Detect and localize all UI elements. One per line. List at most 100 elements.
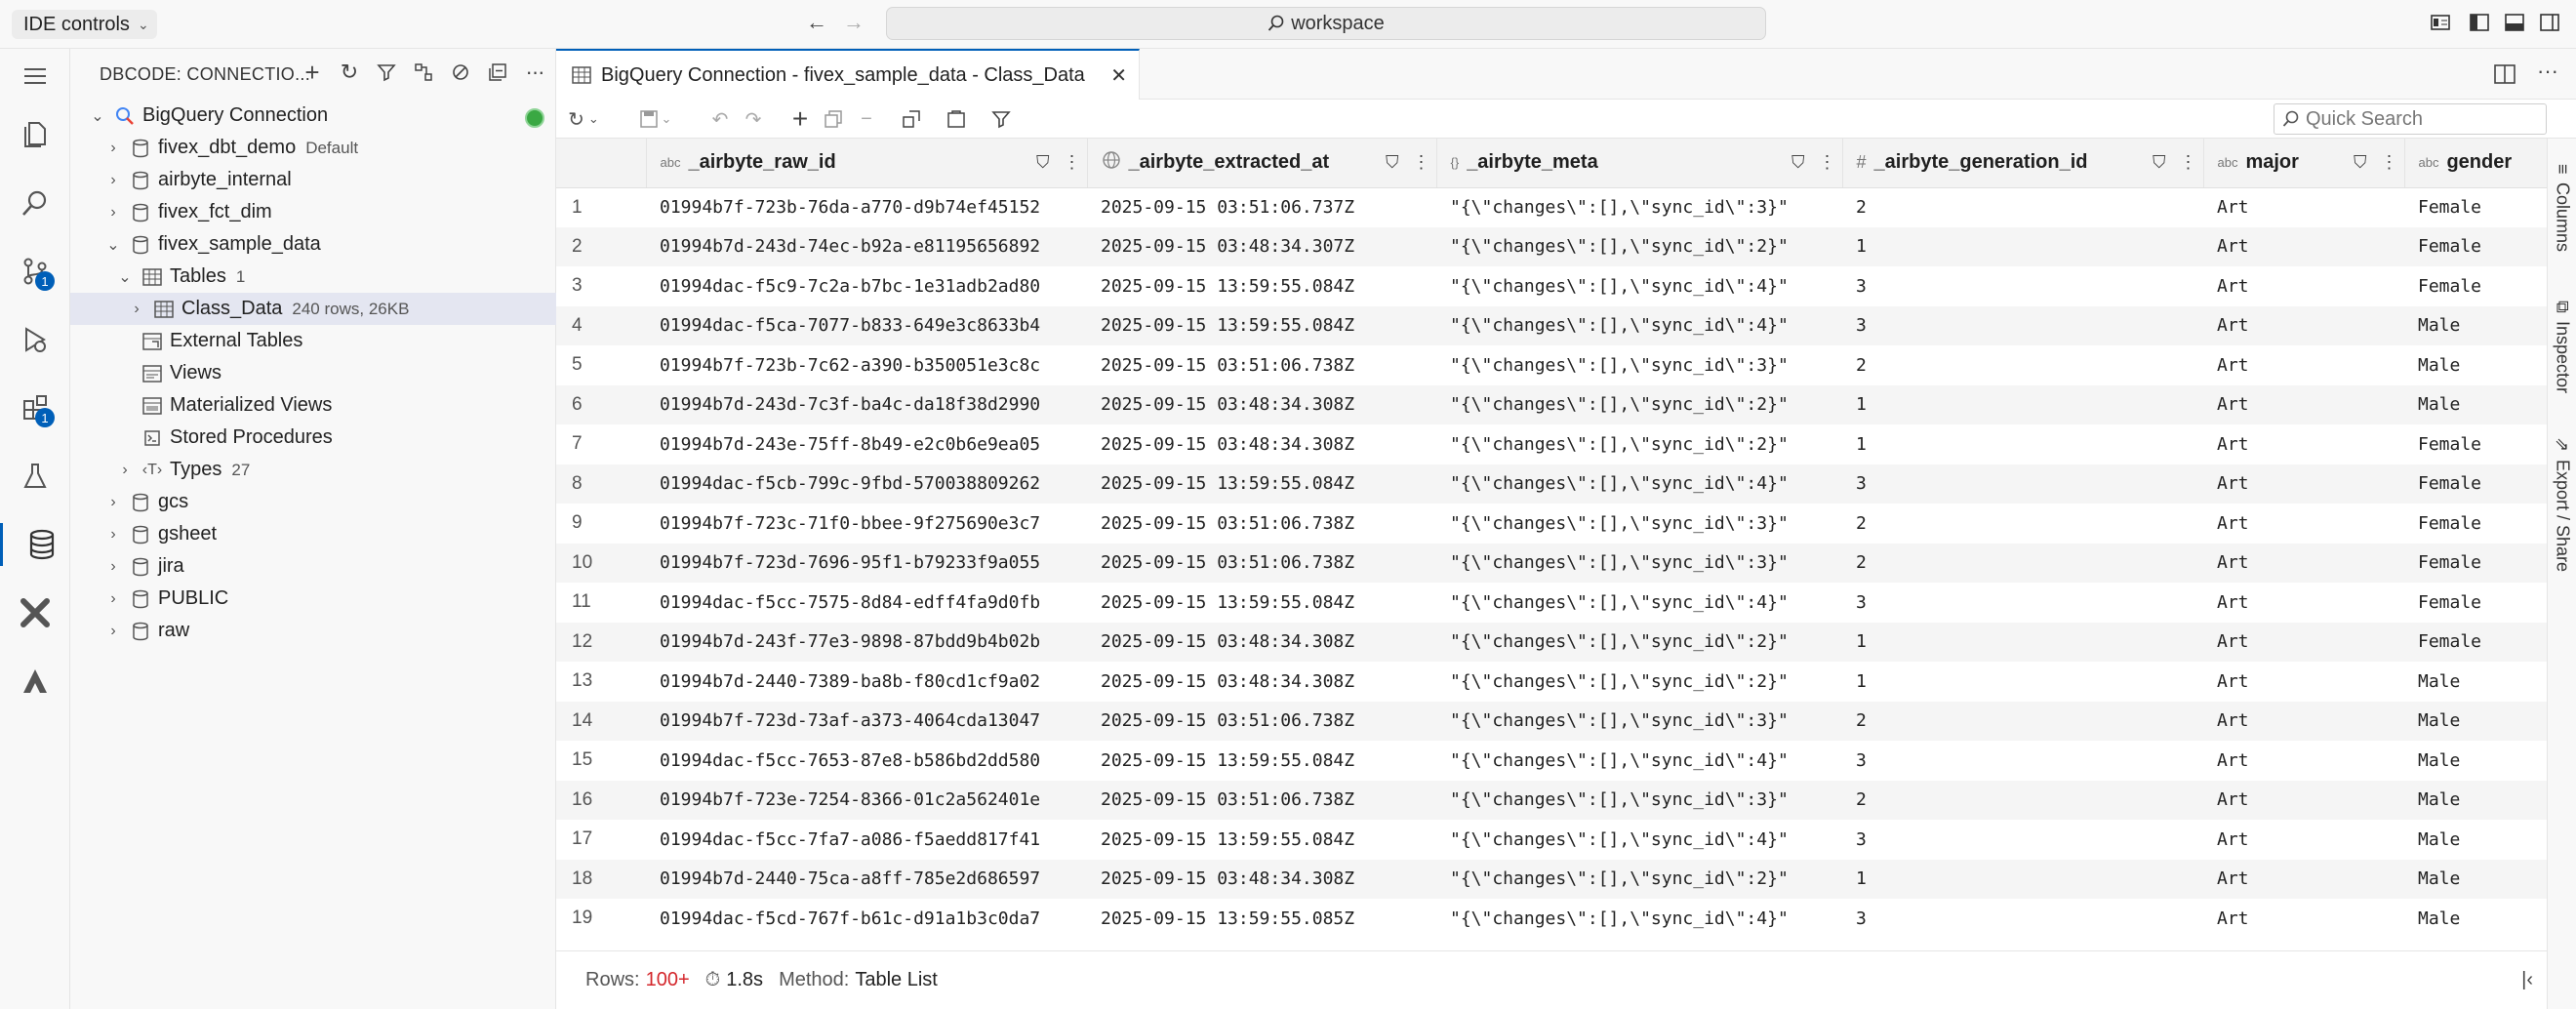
testing-flask-icon[interactable] [14,455,57,498]
table-cell[interactable]: 01994b7d-2440-75ca-a8ff-785e2d686597 [646,859,1087,899]
tree-item-jira[interactable]: › jira [70,550,556,583]
table-cell[interactable]: 2025-09-15 03:51:06.737Z [1087,187,1436,227]
disconnect-icon[interactable] [449,61,472,84]
table-cell[interactable]: 01994b7f-723d-73af-a373-4064cda13047 [646,701,1087,741]
table-cell[interactable]: 2025-09-15 03:51:06.738Z [1087,345,1436,385]
table-cell[interactable]: 2025-09-15 13:59:55.084Z [1087,583,1436,623]
table-cell[interactable]: "{\"changes\":[],\"sync_id\":3}" [1436,701,1842,741]
tab-class-data[interactable]: BigQuery Connection - fivex_sample_data … [556,49,1140,100]
table-cell[interactable]: Art [2203,543,2404,583]
table-row[interactable]: 13 01994b7d-2440-7389-ba8b-f80cd1cf9a02 20… [556,662,2547,702]
table-cell[interactable]: 2025-09-15 13:59:55.084Z [1087,741,1436,781]
table-cell[interactable]: 2 [1842,345,2203,385]
table-cell[interactable]: "{\"changes\":[],\"sync_id\":4}" [1436,464,1842,504]
table-cell[interactable]: 1 [1842,662,2203,702]
table-cell[interactable]: 2025-09-15 03:51:06.738Z [1087,701,1436,741]
filter-icon[interactable] [375,61,398,84]
tree-item-stored-procedures[interactable]: Stored Procedures [70,422,556,454]
table-row[interactable]: 18 01994b7d-2440-75ca-a8ff-785e2d686597 20… [556,859,2547,899]
table-cell[interactable]: 01994dac-f5cc-7653-87e8-b586bd2dd580 [646,741,1087,781]
extensions-icon[interactable]: 1 [14,386,57,429]
refresh-icon[interactable]: ↻ [338,60,361,84]
table-cell[interactable]: 01994dac-f5ca-7077-b833-649e3c8633b4 [646,305,1087,345]
table-row[interactable]: 9 01994b7f-723c-71f0-bbee-9f275690e3c7 202… [556,504,2547,544]
table-cell[interactable]: "{\"changes\":[],\"sync_id\":3}" [1436,187,1842,227]
table-cell[interactable]: "{\"changes\":[],\"sync_id\":4}" [1436,899,1842,939]
table-row[interactable]: 16 01994b7f-723e-7254-8366-01c2a562401e 20… [556,780,2547,820]
table-cell[interactable]: Art [2203,859,2404,899]
table-cell[interactable]: 2025-09-15 13:59:55.084Z [1087,464,1436,504]
table-cell[interactable]: Art [2203,504,2404,544]
table-cell[interactable]: 1 [1842,859,2203,899]
table-cell[interactable]: Art [2203,899,2404,939]
columns-panel-tab[interactable]: ≡ Columns [2548,158,2576,258]
table-cell[interactable]: 3 [1842,266,2203,306]
transpose-icon[interactable] [900,107,923,131]
table-cell[interactable]: Art [2203,701,2404,741]
table-cell[interactable]: 2025-09-15 03:48:34.307Z [1087,226,1436,266]
table-cell[interactable]: Art [2203,424,2404,464]
delete-row-icon[interactable]: − [855,107,878,131]
column-filter-icon[interactable]: ⛉ [1386,152,1399,173]
table-cell[interactable]: 3 [1842,741,2203,781]
table-cell[interactable]: 01994b7f-723c-71f0-bbee-9f275690e3c7 [646,504,1087,544]
table-cell[interactable]: Male [2404,384,2547,424]
table-cell[interactable]: "{\"changes\":[],\"sync_id\":4}" [1436,266,1842,306]
table-cell[interactable]: 2025-09-15 03:48:34.308Z [1087,662,1436,702]
tree-item-fivex-sample-data[interactable]: ⌄ fivex_sample_data [70,228,556,261]
table-row[interactable]: 7 01994b7d-243e-75ff-8b49-e2c0b6e9ea05 202… [556,424,2547,464]
table-cell[interactable]: "{\"changes\":[],\"sync_id\":2}" [1436,384,1842,424]
search-icon[interactable] [14,182,57,224]
table-cell[interactable]: Art [2203,226,2404,266]
column-header[interactable]: # _airbyte_generation_id ⛉ ⋮ [1842,139,2204,188]
table-cell[interactable]: Male [2404,701,2547,741]
table-cell[interactable]: 2025-09-15 13:59:55.085Z [1087,899,1436,939]
table-cell[interactable]: 2 [1842,187,2203,227]
table-row[interactable]: 19 01994dac-f5cd-767f-b61c-d91a1b3c0da7 20… [556,899,2547,939]
command-center-search[interactable]: workspace [886,7,1766,40]
tree-connection-bigquery[interactable]: ⌄ BigQuery Connection [70,100,556,132]
undo-icon[interactable]: ↶ [708,107,732,131]
table-cell[interactable]: 01994dac-f5cb-799c-9fbd-570038809262 [646,464,1087,504]
table-cell[interactable]: Male [2404,859,2547,899]
table-row[interactable]: 2 01994b7d-243d-74ec-b92a-e81195656892 202… [556,226,2547,266]
table-cell[interactable]: 2025-09-15 13:59:55.084Z [1087,305,1436,345]
table-cell[interactable]: 01994dac-f5cc-7575-8d84-edff4fa9d0fb [646,583,1087,623]
table-cell[interactable]: 2 [1842,504,2203,544]
table-cell[interactable]: "{\"changes\":[],\"sync_id\":4}" [1436,305,1842,345]
table-cell[interactable]: 01994b7d-243d-7c3f-ba4c-da18f38d2990 [646,384,1087,424]
refresh-dropdown-icon[interactable]: ↻ ⌄ [562,107,605,131]
tree-item-fivex-dbt-demo[interactable]: › fivex_dbt_demo Default [70,132,556,164]
tree-item-public[interactable]: › PUBLIC [70,583,556,615]
table-cell[interactable]: 01994b7f-723b-76da-a770-d9b74ef45152 [646,187,1087,227]
table-cell[interactable]: Male [2404,741,2547,781]
table-cell[interactable]: Art [2203,464,2404,504]
table-cell[interactable]: 3 [1842,583,2203,623]
run-debug-icon[interactable] [14,318,57,361]
table-cell[interactable]: Male [2404,780,2547,820]
table-cell[interactable]: 1 [1842,424,2203,464]
table-row[interactable]: 4 01994dac-f5ca-7077-b833-649e3c8633b4 202… [556,305,2547,345]
dbcode-x-icon[interactable] [14,591,57,634]
redo-icon[interactable]: ↷ [742,107,765,131]
table-cell[interactable]: 01994b7d-243e-75ff-8b49-e2c0b6e9ea05 [646,424,1087,464]
table-cell[interactable]: 01994b7d-243f-77e3-9898-87bdd9b4b02b [646,622,1087,662]
table-cell[interactable]: 01994dac-f5cd-767f-b61c-d91a1b3c0da7 [646,899,1087,939]
tree-item-types[interactable]: › ‹T› Types 27 [70,454,556,486]
table-cell[interactable]: Art [2203,780,2404,820]
table-cell[interactable]: 2025-09-15 03:48:34.308Z [1087,859,1436,899]
table-cell[interactable]: "{\"changes\":[],\"sync_id\":4}" [1436,583,1842,623]
add-connection-icon[interactable]: + [301,58,324,87]
table-cell[interactable]: Male [2404,305,2547,345]
table-cell[interactable]: "{\"changes\":[],\"sync_id\":3}" [1436,543,1842,583]
column-menu-icon[interactable]: ⋮ [2180,152,2197,173]
table-cell[interactable]: Art [2203,345,2404,385]
table-cell[interactable]: Art [2203,266,2404,306]
tree-item-tables[interactable]: ⌄ Tables 1 [70,261,556,293]
export-share-panel-tab[interactable]: ⇗ Export / Share [2548,431,2576,578]
table-cell[interactable]: 2025-09-15 03:51:06.738Z [1087,504,1436,544]
table-cell[interactable]: 01994b7d-243d-74ec-b92a-e81195656892 [646,226,1087,266]
table-cell[interactable]: Female [2404,226,2547,266]
table-cell[interactable]: 3 [1842,464,2203,504]
inspector-panel-tab[interactable]: ⧉ Inspector [2548,295,2576,399]
